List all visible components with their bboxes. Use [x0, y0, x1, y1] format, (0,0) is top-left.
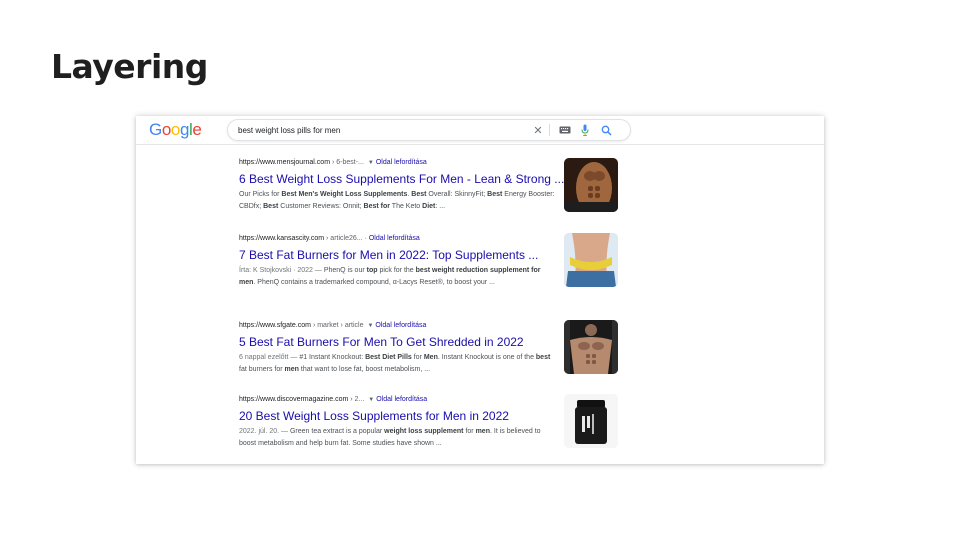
snippet-bold-text: Best for — [363, 202, 390, 210]
snippet-text: fat burners for — [239, 365, 285, 373]
result-title-link[interactable]: 6 Best Weight Loss Supplements For Men -… — [239, 171, 564, 187]
slide-title: Layering — [51, 47, 208, 86]
snippet-bold-text: Men — [423, 354, 438, 361]
translate-link[interactable]: Oldal lefordítása — [376, 396, 427, 403]
search-result: https://www.sfgate.com › market › articl… — [239, 321, 559, 375]
snippet-text: Overall: SkinnyFit; — [426, 191, 488, 198]
snippet-text: 2022. júl. 20. — — [239, 428, 290, 435]
result-title-link[interactable]: 20 Best Weight Loss Supplements for Men … — [239, 408, 559, 424]
result-site[interactable]: https://www.sfgate.com — [239, 322, 311, 329]
result-site[interactable]: https://www.mensjournal.com — [239, 159, 330, 166]
snippet-text: 6 nappal ezelőtt — — [239, 354, 300, 361]
search-header: Google ✕ — [136, 116, 824, 145]
result-path: › 6-best-... — [332, 159, 364, 166]
logo-letter: e — [192, 120, 202, 139]
muscular-torso-photo — [564, 158, 618, 212]
snippet-text: Our Picks for — [239, 191, 282, 198]
snippet-text: for — [411, 354, 424, 361]
caret-down-icon[interactable]: ▼ — [368, 397, 374, 403]
google-logo[interactable]: Google — [149, 120, 202, 140]
snippet-text: for — [463, 428, 476, 435]
result-title-link[interactable]: 7 Best Fat Burners for Men in 2022: Top … — [239, 247, 559, 263]
result-snippet: 2022. júl. 20. — Green tea extract is a … — [239, 426, 555, 449]
result-site[interactable]: https://www.discovermagazine.com — [239, 396, 348, 403]
search-result: https://www.mensjournal.com › 6-best-...… — [239, 158, 564, 212]
result-thumbnail[interactable] — [564, 320, 618, 374]
snippet-text: . Instant Knockout is one of the — [437, 354, 536, 361]
waist-measuring-tape-photo — [564, 233, 618, 287]
snippet-bold-text: men — [475, 428, 490, 435]
result-path: › 2... — [350, 396, 365, 403]
translate-link[interactable]: Oldal lefordítása — [375, 322, 426, 329]
logo-letter: g — [179, 120, 190, 139]
snippet-text: The Keto — [389, 202, 423, 210]
result-breadcrumb: https://www.mensjournal.com › 6-best-...… — [239, 158, 559, 168]
snippet-bold-text: Diet — [422, 202, 436, 210]
snippet-bold-text: top — [366, 267, 378, 274]
translate-link[interactable]: Oldal lefordítása — [369, 235, 420, 242]
result-snippet: Írta: K Stojkovski · 2022 — PhenQ is our… — [239, 265, 555, 288]
search-result: https://www.kansascity.com › article26..… — [239, 234, 559, 288]
result-breadcrumb: https://www.discovermagazine.com › 2... … — [239, 395, 559, 405]
caret-down-icon[interactable]: ▼ — [368, 160, 374, 166]
search-divider — [549, 124, 550, 136]
snippet-text: Customer Reviews: Onnit; — [278, 202, 364, 210]
snippet-text: #1 Instant Knockout: — [299, 354, 366, 361]
result-thumbnail[interactable] — [564, 394, 618, 448]
caret-down-icon[interactable]: ▼ — [367, 323, 373, 329]
logo-letter: o — [161, 120, 171, 139]
result-title-link[interactable]: 5 Best Fat Burners For Men To Get Shredd… — [239, 334, 559, 350]
translate-link[interactable]: Oldal lefordítása — [376, 159, 427, 166]
result-thumbnail[interactable] — [564, 233, 618, 287]
snippet-bold-text: men — [284, 365, 299, 373]
snippet-bold-text: Best — [263, 202, 279, 210]
google-results-screenshot: Google ✕ https://www.mensjournal.com › 6… — [136, 116, 824, 464]
bodybuilder-photo — [564, 320, 618, 374]
search-input[interactable] — [238, 123, 518, 137]
logo-letter: G — [149, 120, 162, 139]
snippet-bold-text: Best — [487, 191, 503, 198]
search-result: https://www.discovermagazine.com › 2... … — [239, 395, 559, 449]
result-snippet: Our Picks for Best Men's Weight Loss Sup… — [239, 189, 555, 212]
google-lens-search-icon[interactable] — [600, 123, 612, 137]
supplement-jar-photo — [564, 394, 618, 448]
snippet-bold-text: best — [535, 354, 551, 361]
snippet-bold-text: Best Men's Weight Loss Supplements — [281, 191, 408, 198]
snippet-bold-text: weight loss supplement — [384, 428, 464, 435]
snippet-text: PhenQ is our — [323, 267, 367, 274]
keyboard-icon[interactable] — [558, 123, 572, 137]
result-path: › article26... — [326, 235, 363, 242]
result-snippet: 6 nappal ezelőtt — #1 Instant Knockout: … — [239, 352, 555, 375]
search-box: ✕ — [227, 119, 631, 141]
result-thumbnail[interactable] — [564, 158, 618, 212]
snippet-text: that want to lose fat, boost metabolism,… — [298, 365, 431, 373]
result-path: › market › article — [312, 322, 364, 329]
clear-icon[interactable]: ✕ — [532, 123, 544, 137]
snippet-text: . PhenQ contains a trademarked compound,… — [253, 278, 495, 286]
snippet-bold-text: Best Diet Pills — [365, 354, 412, 361]
snippet-text: : ... — [435, 202, 446, 210]
snippet-bold-text: Best — [411, 191, 427, 198]
snippet-text: Írta: K Stojkovski · 2022 — — [239, 267, 324, 274]
result-breadcrumb: https://www.sfgate.com › market › articl… — [239, 321, 559, 331]
snippet-text: pick for the — [377, 267, 416, 274]
result-site[interactable]: https://www.kansascity.com — [239, 235, 324, 242]
mic-icon[interactable] — [580, 123, 590, 137]
logo-letter: o — [170, 120, 180, 139]
result-breadcrumb: https://www.kansascity.com › article26..… — [239, 234, 559, 244]
snippet-text: Green tea extract is a popular — [289, 428, 385, 435]
